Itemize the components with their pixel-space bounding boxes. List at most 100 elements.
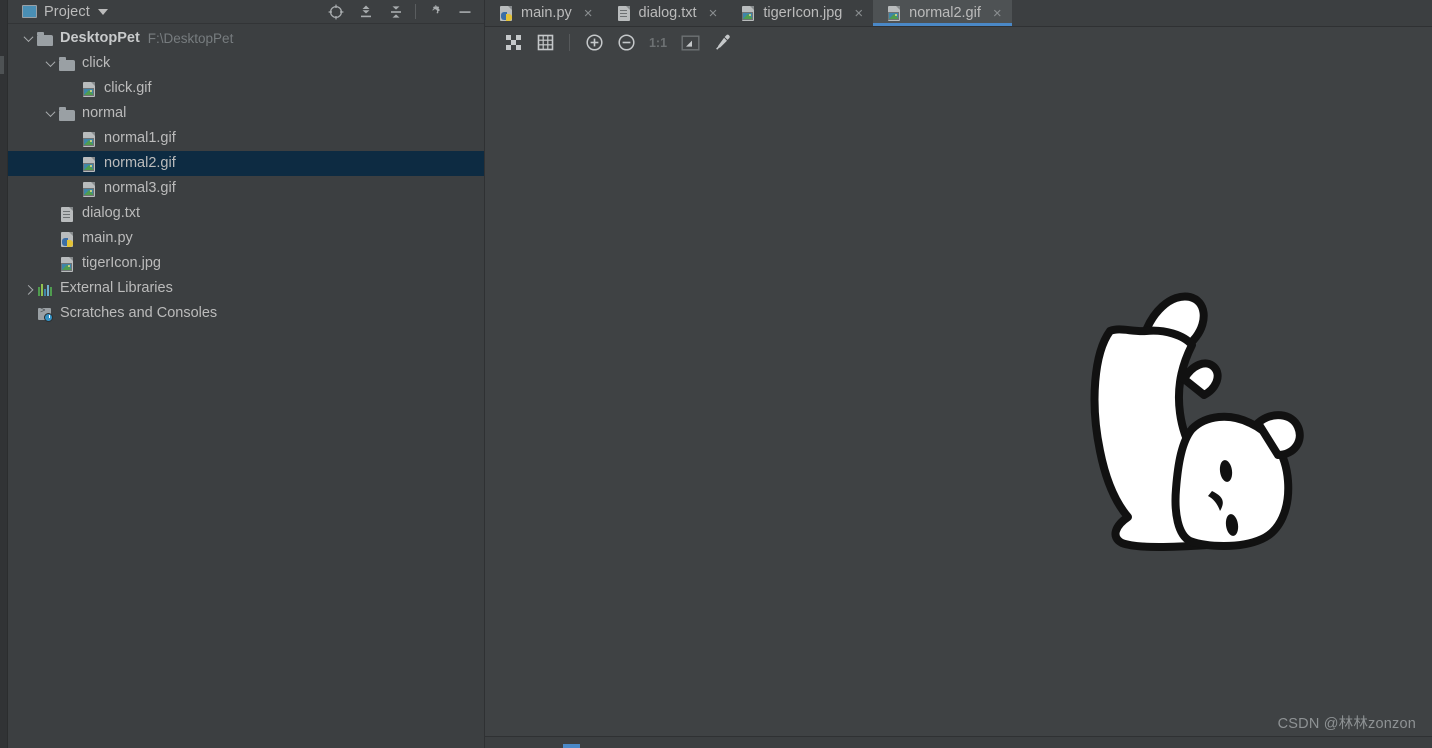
project-panel-header: Project bbox=[8, 0, 484, 24]
project-tree[interactable]: DesktopPet F:\DesktopPet click click.gif nor… bbox=[8, 24, 484, 326]
csdn-watermark: CSDN @林林zonzon bbox=[1278, 712, 1416, 733]
toggle-transparency-chessboard-button[interactable] bbox=[499, 30, 527, 56]
python-file-icon bbox=[497, 4, 515, 22]
white-cat-illustration bbox=[1080, 283, 1310, 558]
left-tool-window-strip[interactable] bbox=[0, 0, 8, 748]
chevron-right-icon[interactable] bbox=[20, 281, 36, 297]
actual-size-button[interactable]: 1:1 bbox=[644, 30, 672, 56]
tree-row-label: click.gif bbox=[104, 81, 152, 96]
color-picker-button[interactable] bbox=[708, 30, 736, 56]
project-sidebar: Project bbox=[8, 0, 485, 748]
tree-row[interactable]: normal bbox=[8, 101, 484, 126]
tree-row[interactable]: normal1.gif bbox=[8, 126, 484, 151]
tree-row[interactable]: tigerIcon.jpg bbox=[8, 251, 484, 276]
locate-file-button[interactable] bbox=[321, 1, 351, 23]
editor-tab-dialog-txt[interactable]: dialog.txt × bbox=[603, 0, 728, 26]
minimize-button[interactable] bbox=[450, 1, 480, 23]
tree-row[interactable]: dialog.txt bbox=[8, 201, 484, 226]
gif-file-icon bbox=[80, 155, 98, 173]
gif-file-icon bbox=[80, 130, 98, 148]
tree-row-label: normal2.gif bbox=[104, 156, 176, 171]
crosshair-target-icon bbox=[328, 4, 344, 20]
zoom-out-button[interactable] bbox=[612, 30, 640, 56]
editor-tab-label: normal2.gif bbox=[909, 5, 981, 21]
header-separator bbox=[415, 4, 416, 19]
chessboard-icon bbox=[505, 34, 522, 51]
expand-all-icon bbox=[358, 4, 374, 20]
tree-row-label: DesktopPet bbox=[60, 31, 140, 46]
python-file-icon bbox=[58, 230, 76, 248]
editor-tab-label: dialog.txt bbox=[639, 5, 697, 21]
tree-row-label: click bbox=[82, 56, 110, 71]
editor-tab-bar[interactable]: main.py×dialog.txt×tigerIcon.jpg×normal2… bbox=[485, 0, 1432, 27]
editor-tab-label: main.py bbox=[521, 5, 572, 21]
tool-strip-nub bbox=[0, 56, 4, 74]
tree-row[interactable]: click.gif bbox=[8, 76, 484, 101]
zoom-in-icon bbox=[585, 33, 604, 52]
project-panel-title: Project bbox=[44, 4, 90, 20]
zoom-out-icon bbox=[617, 33, 636, 52]
minimize-icon bbox=[457, 4, 473, 20]
close-icon[interactable]: × bbox=[709, 6, 718, 21]
external-libraries-icon bbox=[36, 280, 54, 298]
grid-icon bbox=[537, 34, 554, 51]
image-file-icon bbox=[58, 255, 76, 273]
tree-row[interactable]: normal2.gif bbox=[8, 151, 484, 176]
gif-file-icon bbox=[80, 180, 98, 198]
editor-tab-main-py[interactable]: main.py × bbox=[485, 0, 603, 26]
editor-area: main.py×dialog.txt×tigerIcon.jpg×normal2… bbox=[485, 0, 1432, 748]
project-header-actions bbox=[321, 1, 480, 23]
tree-row[interactable]: normal3.gif bbox=[8, 176, 484, 201]
fit-to-window-button[interactable] bbox=[676, 30, 704, 56]
folder-icon bbox=[36, 30, 54, 48]
tree-row[interactable]: Scratches and Consoles bbox=[8, 301, 484, 326]
bottom-tab-indicator bbox=[563, 744, 580, 748]
image-preview-canvas[interactable]: CSDN @林林zonzon bbox=[485, 58, 1432, 748]
ide-window: Project bbox=[0, 0, 1432, 748]
gif-file-icon bbox=[80, 80, 98, 98]
text-file-icon bbox=[58, 205, 76, 223]
tree-row-label: normal1.gif bbox=[104, 131, 176, 146]
tree-row-label: tigerIcon.jpg bbox=[82, 256, 161, 271]
settings-button[interactable] bbox=[420, 1, 450, 23]
tree-row-label: normal bbox=[82, 106, 126, 121]
folder-icon bbox=[58, 55, 76, 73]
image-editor-toolbar[interactable]: 1:1 bbox=[485, 27, 1432, 58]
eyedropper-icon bbox=[713, 33, 732, 52]
chevron-down-icon[interactable] bbox=[98, 9, 108, 15]
gear-icon bbox=[427, 4, 443, 20]
collapse-all-button[interactable] bbox=[381, 1, 411, 23]
close-icon[interactable]: × bbox=[854, 6, 863, 21]
tree-row-path: F:\DesktopPet bbox=[148, 31, 234, 46]
tree-row-label: dialog.txt bbox=[82, 206, 140, 221]
folder-icon bbox=[58, 105, 76, 123]
fit-window-icon bbox=[681, 35, 700, 51]
chevron-down-icon[interactable] bbox=[42, 56, 58, 72]
scratches-icon bbox=[36, 305, 54, 323]
expand-all-button[interactable] bbox=[351, 1, 381, 23]
tree-row[interactable]: click bbox=[8, 51, 484, 76]
bottom-tool-window-strip[interactable] bbox=[485, 737, 1432, 748]
tree-row-label: main.py bbox=[82, 231, 133, 246]
text-file-icon bbox=[615, 4, 633, 22]
toggle-grid-button[interactable] bbox=[531, 30, 559, 56]
chevron-down-icon[interactable] bbox=[42, 106, 58, 122]
chevron-down-icon[interactable] bbox=[20, 31, 36, 47]
editor-tab-label: tigerIcon.jpg bbox=[763, 5, 842, 21]
editor-tab-tigericon-jpg[interactable]: tigerIcon.jpg × bbox=[727, 0, 873, 26]
pet-image-normal2-gif bbox=[1080, 283, 1310, 563]
image-file-icon bbox=[739, 4, 757, 22]
editor-tab-normal2-gif[interactable]: normal2.gif × bbox=[873, 0, 1012, 26]
tree-row[interactable]: External Libraries bbox=[8, 276, 484, 301]
tree-row-label: normal3.gif bbox=[104, 181, 176, 196]
close-icon[interactable]: × bbox=[584, 6, 593, 21]
toolbar-separator bbox=[569, 34, 570, 51]
tree-row[interactable]: main.py bbox=[8, 226, 484, 251]
tree-row[interactable]: DesktopPet F:\DesktopPet bbox=[8, 26, 484, 51]
project-window-icon bbox=[22, 5, 37, 18]
zoom-in-button[interactable] bbox=[580, 30, 608, 56]
tree-row-label: Scratches and Consoles bbox=[60, 306, 217, 321]
close-icon[interactable]: × bbox=[993, 6, 1002, 21]
gif-file-icon bbox=[885, 4, 903, 22]
collapse-all-icon bbox=[388, 4, 404, 20]
